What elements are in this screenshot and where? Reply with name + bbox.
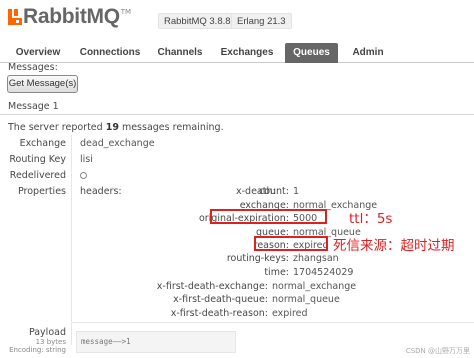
erlang-version-badge: Erlang 21.3	[231, 13, 292, 29]
redelivered-circle-icon	[80, 172, 87, 179]
x-death-count-key: count:	[258, 186, 289, 197]
table-divider	[71, 135, 72, 345]
payload-bytes: 13 bytes	[35, 338, 66, 346]
get-messages-button[interactable]: Get Message(s)	[7, 75, 78, 93]
x-death-count-value: 1	[293, 186, 300, 197]
x-first-death-exchange-value: normal_exchange	[272, 281, 357, 292]
x-death-routing-keys-key: routing-keys:	[226, 253, 289, 264]
payload-label: Payload	[28, 327, 66, 338]
x-first-death-queue-key: x-first-death-queue:	[173, 294, 268, 305]
payload-divider	[72, 322, 474, 323]
tab-exchanges[interactable]: Exchanges	[218, 43, 276, 63]
watermark: CSDN @山野万万里	[405, 347, 470, 355]
rabbitmq-version-badge: RabbitMQ 3.8.8	[158, 13, 237, 29]
exchange-value: dead_exchange	[80, 138, 155, 149]
tab-overview[interactable]: Overview	[12, 43, 64, 63]
tab-admin[interactable]: Admin	[348, 43, 388, 63]
exchange-label: Exchange	[19, 138, 66, 149]
app-header: RabbitMQ TM RabbitMQ 3.8.8 Erlang 21.3	[0, 0, 474, 40]
dead-letter-reason-annotation: 死信来源：超时过期	[333, 238, 455, 254]
redelivered-indicator	[80, 171, 87, 182]
redelivered-label: Redelivered	[9, 170, 66, 181]
rabbit-logo-icon	[8, 9, 22, 25]
reason-highlight	[254, 236, 328, 251]
original-expiration-highlight	[210, 209, 327, 224]
payload-value[interactable]: message——>1	[76, 331, 236, 353]
x-first-death-reason-value: expired	[272, 308, 308, 319]
routing-key-value: lisi	[80, 154, 93, 165]
x-first-death-reason-key: x-first-death-reason:	[170, 308, 268, 319]
remaining-messages-text: The server reported 19 messages remainin…	[8, 122, 224, 133]
routing-key-label: Routing Key	[9, 154, 66, 165]
messages-label: Messages:	[8, 62, 58, 73]
headers-key: headers:	[80, 186, 122, 197]
main-nav-tabs: Overview Connections Channels Exchanges …	[0, 43, 474, 63]
x-first-death-exchange-key: x-first-death-exchange:	[156, 281, 268, 292]
logo-text: RabbitMQ	[23, 5, 120, 28]
x-first-death-queue-value: normal_queue	[272, 294, 340, 305]
properties-label: Properties	[17, 186, 66, 197]
rabbitmq-logo[interactable]: RabbitMQ TM	[8, 4, 131, 30]
x-death-routing-keys-value: zhangsan	[293, 253, 339, 264]
ttl-annotation: ttl：5s	[349, 211, 393, 227]
payload-encoding: Encoding: string	[9, 346, 66, 354]
tab-channels[interactable]: Channels	[154, 43, 206, 63]
message-title: Message 1	[8, 101, 59, 112]
trademark-label: TM	[120, 8, 132, 16]
x-death-time-key: time:	[264, 267, 289, 278]
tab-queues[interactable]: Queues	[285, 43, 338, 63]
x-death-time-value: 1704524029	[293, 267, 354, 278]
tab-connections[interactable]: Connections	[78, 43, 142, 63]
section-divider	[0, 114, 474, 115]
remaining-count: 19	[105, 122, 119, 133]
